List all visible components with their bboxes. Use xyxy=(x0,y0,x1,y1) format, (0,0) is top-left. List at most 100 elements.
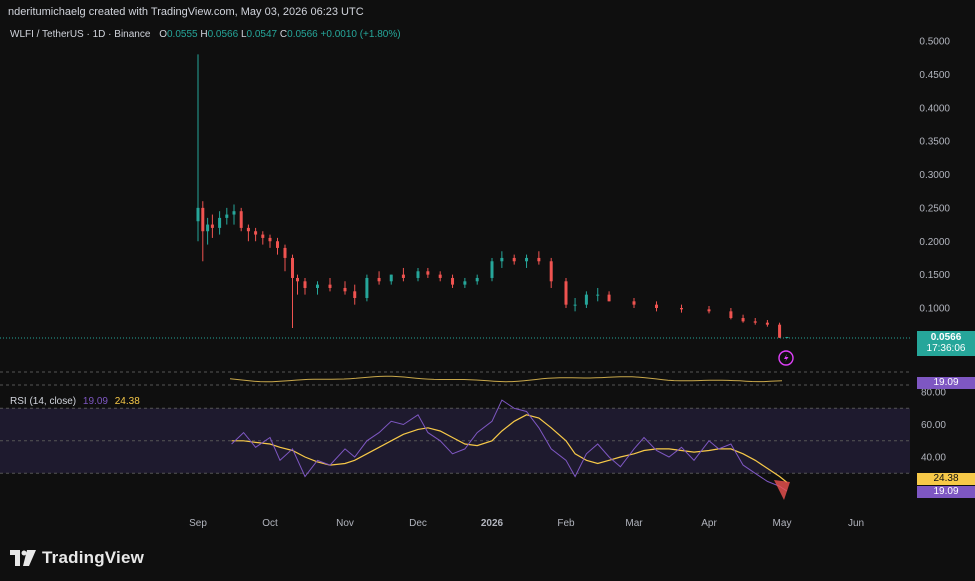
candle-body xyxy=(680,308,683,310)
price-tick-label: 0.3500 xyxy=(919,137,950,148)
rsi-band-fill xyxy=(0,408,910,474)
candle-body xyxy=(218,217,222,228)
candle-body xyxy=(201,207,205,232)
candle-body xyxy=(607,294,611,302)
candle-body xyxy=(239,211,243,228)
rsi-ma-legend-value: 24.38 xyxy=(114,396,140,407)
high-label: H xyxy=(200,29,208,40)
current-price: 0.0566 xyxy=(930,332,962,343)
candle-body xyxy=(401,274,405,278)
candle-countdown: 17:36:06 xyxy=(926,343,966,354)
candle-body xyxy=(416,271,420,278)
close-value: 0.0566 xyxy=(287,29,318,40)
footer xyxy=(0,540,975,581)
mini-indicator-value: 19.09 xyxy=(933,377,959,388)
change-value: +0.0010 (+1.80%) xyxy=(320,29,401,40)
time-tick-label: Feb xyxy=(557,518,575,529)
tradingview-logo-icon xyxy=(10,550,36,566)
candle-body xyxy=(512,257,516,262)
candle-body xyxy=(206,224,210,232)
time-tick-label: Apr xyxy=(701,518,717,529)
candle-body xyxy=(438,274,442,278)
open-label: O xyxy=(159,29,167,40)
rsi-tag-value: 19.09 xyxy=(933,486,959,497)
ohlc-legend: WLFI / TetherUS · 1D · Binance O0.0555 H… xyxy=(10,29,401,40)
candle-body xyxy=(525,257,529,262)
candle-body xyxy=(291,257,294,278)
attribution-text: nderitumichaelg created with TradingView… xyxy=(8,6,364,18)
candle-body xyxy=(596,294,600,296)
chart-canvas: 0.5000 0.4500 0.4000 0.3500 0.3000 0.2500 0.20… xyxy=(0,24,975,540)
candle-body xyxy=(549,261,553,282)
candle-body xyxy=(254,231,258,235)
candle-body xyxy=(343,287,347,292)
candle-body xyxy=(316,284,319,288)
time-tick-label: Mar xyxy=(625,518,643,529)
candle-body xyxy=(451,277,455,285)
candle-body xyxy=(276,241,279,248)
candle-body xyxy=(707,309,711,312)
time-tick-label: May xyxy=(773,518,792,529)
high-value: 0.0566 xyxy=(207,29,239,40)
tradingview-logo[interactable]: TradingView xyxy=(10,547,144,569)
rsi-tick-label: 40.00 xyxy=(921,453,946,464)
rsi-ma-tag: 24.38 xyxy=(917,473,975,485)
candle-body xyxy=(268,237,272,242)
candle-body xyxy=(232,211,236,215)
price-tick-label: 0.1500 xyxy=(919,270,950,281)
time-tick-label: Jun xyxy=(848,518,864,529)
candle-body xyxy=(500,257,504,262)
candle-body xyxy=(225,214,229,218)
candle-body xyxy=(246,227,250,232)
time-tick-label: Oct xyxy=(262,518,278,529)
candle-body xyxy=(490,261,494,278)
candle-body xyxy=(377,277,381,282)
price-tick-label: 0.4500 xyxy=(919,70,950,81)
candle-body xyxy=(365,277,369,298)
candle-body xyxy=(655,304,658,308)
rsi-legend-value: 19.09 xyxy=(82,396,108,407)
candle-body xyxy=(778,324,782,338)
candle-body xyxy=(564,281,568,305)
time-tick-label: Sep xyxy=(189,518,207,529)
candle-body xyxy=(283,247,287,258)
candle-body xyxy=(632,301,636,305)
candle-body xyxy=(765,322,769,325)
rsi-legend: RSI (14, close) 19.09 24.38 xyxy=(10,396,140,407)
price-tick-label: 0.2500 xyxy=(919,203,950,214)
current-price-tag: 0.0566 17:36:06 xyxy=(917,331,975,356)
price-axis: 0.5000 0.4500 0.4000 0.3500 0.3000 0.2500 0.20… xyxy=(919,37,950,315)
candle-body xyxy=(741,318,745,322)
candle-body xyxy=(210,224,214,228)
time-tick-label: Nov xyxy=(336,518,354,529)
candle-body xyxy=(389,274,393,282)
candle-body xyxy=(261,234,265,238)
rsi-tag: 19.09 xyxy=(917,486,975,498)
candle-body xyxy=(463,281,467,285)
candle-body xyxy=(296,277,299,282)
tradingview-brand: TradingView xyxy=(42,548,145,567)
rsi-tick-label: 60.00 xyxy=(921,420,946,431)
candle-body xyxy=(196,207,200,222)
time-tick-label: Dec xyxy=(409,518,427,529)
rsi-tick-label: 80.00 xyxy=(921,388,946,399)
candle-body xyxy=(584,294,588,305)
time-tick-label: 2026 xyxy=(481,518,504,529)
candle-body xyxy=(353,291,357,298)
symbol-label[interactable]: WLFI / TetherUS · 1D · Binance xyxy=(10,29,150,40)
price-tick-label: 0.2000 xyxy=(919,237,950,248)
candle-body xyxy=(537,257,541,262)
price-tick-label: 0.1000 xyxy=(919,304,950,315)
candle-body xyxy=(426,271,430,275)
price-tick-label: 0.5000 xyxy=(919,37,950,48)
attribution-header: nderitumichaelg created with TradingView… xyxy=(0,0,975,24)
low-value: 0.0547 xyxy=(246,29,278,40)
candle-body xyxy=(475,277,479,282)
open-value: 0.0555 xyxy=(166,29,198,40)
price-tick-label: 0.3000 xyxy=(919,170,950,181)
candle-body xyxy=(303,281,307,288)
candle-body xyxy=(753,321,757,323)
rsi-ma-tag-value: 24.38 xyxy=(933,473,959,484)
candle-body xyxy=(573,304,577,306)
rsi-label[interactable]: RSI (14, close) xyxy=(10,396,76,407)
